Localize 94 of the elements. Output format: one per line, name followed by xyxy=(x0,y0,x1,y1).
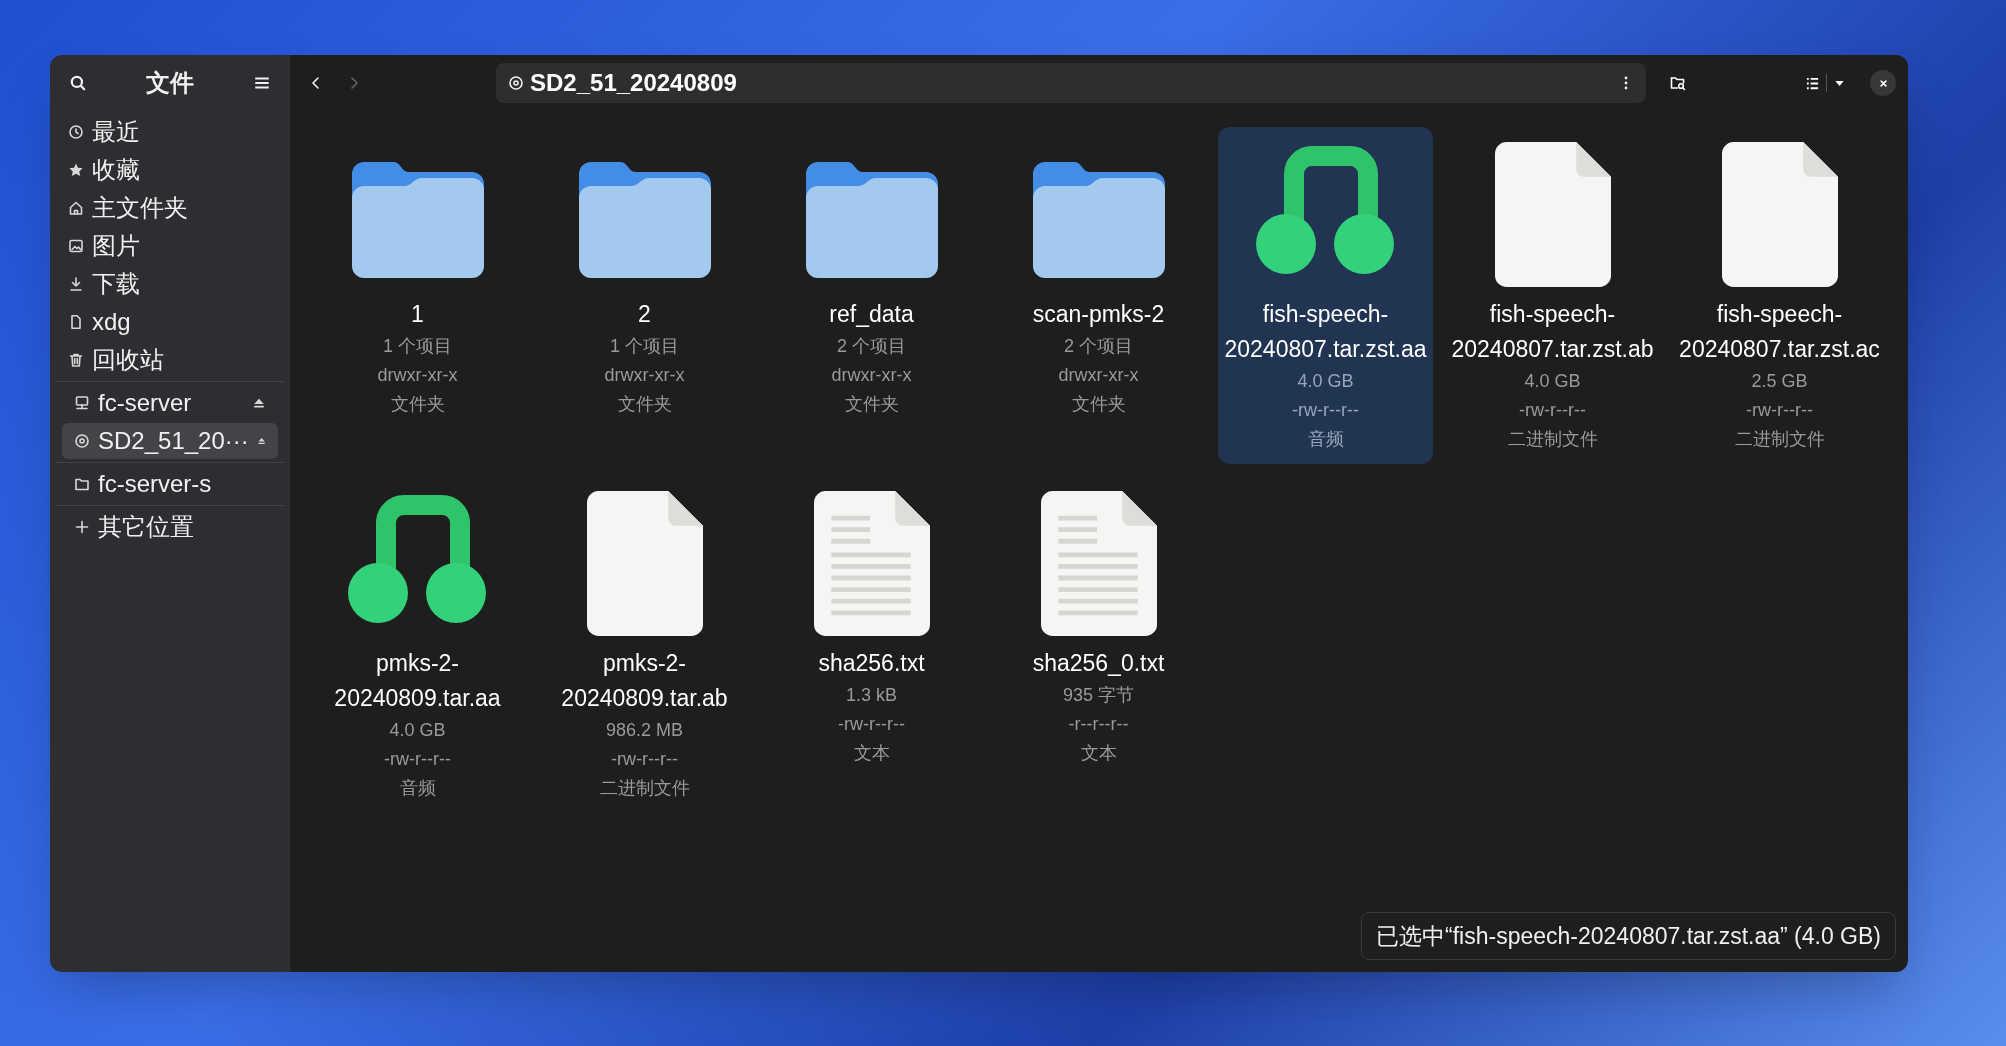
file-detail: drwxr-xr-x xyxy=(604,364,685,387)
file-item[interactable]: ref_data 2 个项目 drwxr-xr-x 文件夹 xyxy=(764,127,979,429)
file-name: pmks-2-20240809.tar.aa xyxy=(333,649,502,713)
file-detail: 935 字节 xyxy=(1062,684,1134,707)
file-detail: 1 个项目 xyxy=(383,335,452,358)
file-detail: 2 个项目 xyxy=(1064,335,1133,358)
file-name: fish-speech-20240807.tar.zst.ab xyxy=(1450,300,1655,364)
file-detail: 1.3 kB xyxy=(846,684,897,707)
sidebar-item[interactable]: fc-server-s xyxy=(62,466,278,502)
file-detail: 音频 xyxy=(399,777,436,800)
file-name: 2 xyxy=(637,300,652,329)
disc-icon xyxy=(74,433,90,449)
download-icon xyxy=(68,276,84,292)
path-bar[interactable]: SD2_51_20240809 xyxy=(496,63,1646,103)
file-detail: -rw-r--r-- xyxy=(1519,399,1586,422)
sidebar-item[interactable]: xdg xyxy=(56,304,284,340)
file-item[interactable]: fish-speech-20240807.tar.zst.ab 4.0 GB -rw-r--r-- 二进制文件 xyxy=(1445,127,1660,464)
sidebar-item[interactable]: 收藏 xyxy=(56,152,284,188)
trash-icon xyxy=(68,352,84,368)
file-detail: -rw-r--r-- xyxy=(1746,399,1813,422)
file-detail: drwxr-xr-x xyxy=(377,364,458,387)
file-detail: 文件夹 xyxy=(617,393,672,416)
document-icon xyxy=(1721,141,1838,287)
file-item[interactable]: sha256_0.txt 935 字节 -r--r--r-- 文本 xyxy=(991,476,1206,778)
clock-icon xyxy=(68,124,84,140)
file-detail: 4.0 GB xyxy=(1297,370,1354,393)
sidebar-item[interactable]: 主文件夹 xyxy=(56,190,284,226)
file-name: fish-speech-20240807.tar.zst.ac xyxy=(1678,300,1881,364)
file-detail: drwxr-xr-x xyxy=(1058,364,1139,387)
sidebar-item[interactable]: 其它位置 xyxy=(62,509,278,545)
home-icon xyxy=(68,200,84,216)
status-bar: 已选中“fish-speech-20240807.tar.zst.aa” (4.0 GB) xyxy=(1361,911,1896,960)
file-name: scan-pmks-2 xyxy=(1031,300,1166,329)
file-item[interactable]: fish-speech-20240807.tar.zst.ac 2.5 GB -rw-r--r-- 二进制文件 xyxy=(1672,127,1887,464)
file-detail: 文本 xyxy=(853,742,890,765)
file-detail: 4.0 GB xyxy=(389,719,446,742)
sidebar-item[interactable]: 下载 xyxy=(56,266,284,302)
file-detail: 4.0 GB xyxy=(1524,370,1581,393)
file-name: fish-speech-20240807.tar.zst.aa xyxy=(1223,300,1428,364)
file-detail: -rw-r--r-- xyxy=(838,713,905,736)
star-icon xyxy=(68,162,84,178)
file-name: pmks-2-20240809.tar.ab xyxy=(560,649,729,713)
file-detail: 文本 xyxy=(1080,742,1117,765)
file-detail: -r--r--r-- xyxy=(1068,713,1129,736)
file-detail: 986.2 MB xyxy=(605,719,683,742)
file-detail: 二进制文件 xyxy=(1507,428,1598,451)
file-detail: 1 个项目 xyxy=(610,335,679,358)
folder-icon xyxy=(74,476,90,492)
sidebar-item[interactable]: SD2_51_20··· xyxy=(62,423,278,459)
sidebar-item[interactable]: 回收站 xyxy=(56,342,284,378)
file-name: ref_data xyxy=(828,300,915,329)
file-item[interactable]: scan-pmks-2 2 个项目 drwxr-xr-x 文件夹 xyxy=(991,127,1206,429)
file-detail: drwxr-xr-x xyxy=(831,364,912,387)
computer-icon xyxy=(74,395,90,411)
disc-icon xyxy=(508,75,524,91)
sidebar-item[interactable]: 最近 xyxy=(56,114,284,150)
file-item[interactable]: pmks-2-20240809.tar.aa 4.0 GB -rw-r--r-- 音频 xyxy=(310,476,525,813)
eject-icon[interactable] xyxy=(252,396,266,410)
file-item[interactable]: pmks-2-20240809.tar.ab 986.2 MB -rw-r--r-- 二进制文件 xyxy=(537,476,752,813)
file-item[interactable]: 2 1 个项目 drwxr-xr-x 文件夹 xyxy=(537,127,752,429)
text-document-icon xyxy=(813,490,930,636)
close-button[interactable] xyxy=(1870,70,1896,96)
file-detail: 二进制文件 xyxy=(1734,428,1825,451)
path-label: SD2_51_20240809 xyxy=(530,68,738,98)
list-view-icon xyxy=(1805,75,1820,91)
sidebar-item[interactable]: fc-server xyxy=(62,385,278,421)
file-name: sha256.txt xyxy=(817,649,926,678)
file-detail: 2 个项目 xyxy=(837,335,906,358)
file-icon xyxy=(68,314,84,330)
file-item[interactable]: 1 1 个项目 drwxr-xr-x 文件夹 xyxy=(310,127,525,429)
search-icon xyxy=(69,74,87,92)
close-icon xyxy=(1877,77,1889,89)
file-item[interactable]: sha256.txt 1.3 kB -rw-r--r-- 文本 xyxy=(764,476,979,778)
document-icon xyxy=(1494,141,1611,287)
file-detail: 文件夹 xyxy=(1071,393,1126,416)
file-name: sha256_0.txt xyxy=(1031,649,1166,678)
file-detail: 文件夹 xyxy=(390,393,445,416)
file-detail: -rw-r--r-- xyxy=(611,748,678,771)
plus-icon xyxy=(74,519,90,535)
sidebar-item[interactable]: 图片 xyxy=(56,228,284,264)
file-detail: 二进制文件 xyxy=(599,777,690,800)
folder-search-icon xyxy=(1670,75,1686,91)
file-item[interactable]: fish-speech-20240807.tar.zst.aa 4.0 GB -rw-r--r-- 音频 xyxy=(1218,127,1433,464)
file-name: 1 xyxy=(410,300,425,329)
file-detail: -rw-r--r-- xyxy=(384,748,451,771)
file-detail: -rw-r--r-- xyxy=(1292,399,1359,422)
menu-icon xyxy=(253,74,271,92)
file-detail: 音频 xyxy=(1307,428,1344,451)
file-detail: 文件夹 xyxy=(844,393,899,416)
sidebar-title: 文件 xyxy=(146,68,194,98)
image-icon xyxy=(68,238,84,254)
text-document-icon xyxy=(1040,490,1157,636)
document-icon xyxy=(586,490,703,636)
file-detail: 2.5 GB xyxy=(1751,370,1808,393)
